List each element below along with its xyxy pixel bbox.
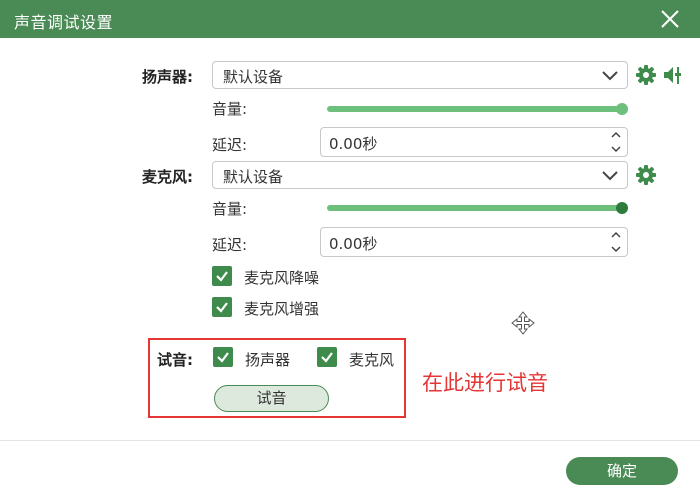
test-mic-label: 麦克风: [349, 351, 395, 369]
speaker-settings-button[interactable]: [635, 64, 657, 86]
test-speaker-label: 扬声器: [245, 351, 291, 369]
check-icon: [216, 302, 228, 313]
close-icon: [661, 10, 679, 28]
move-cursor-icon: [511, 311, 535, 335]
gear-icon: [636, 165, 656, 185]
speaker-delay-label: 延迟:: [212, 136, 248, 154]
chevron-down-icon: [602, 171, 618, 181]
mic-enhance-label: 麦克风增强: [244, 300, 320, 318]
mic-noise-reduction-checkbox[interactable]: [212, 266, 232, 286]
mic-device-select[interactable]: 默认设备: [212, 161, 628, 189]
footer-divider: [0, 440, 700, 441]
speaker-device-value: 默认设备: [223, 68, 284, 86]
speaker-adjust-icon: [664, 67, 681, 84]
test-speaker-checkbox[interactable]: [213, 347, 233, 367]
check-icon: [321, 352, 333, 363]
gear-icon: [636, 65, 656, 85]
close-button[interactable]: [655, 4, 685, 34]
mic-delay-value: 0.00秒: [329, 235, 378, 253]
mic-enhance-checkbox[interactable]: [212, 297, 232, 317]
chevron-down-icon: [602, 71, 618, 81]
test-mic-checkbox[interactable]: [317, 347, 337, 367]
spinner-arrows-icon[interactable]: [609, 129, 623, 155]
speaker-volume-label: 音量:: [212, 100, 248, 118]
speaker-delay-value: 0.00秒: [329, 135, 378, 153]
mic-noise-reduction-label: 麦克风降噪: [244, 269, 320, 287]
mic-volume-thumb[interactable]: [616, 202, 628, 214]
speaker-delay-input[interactable]: 0.00秒: [320, 127, 628, 157]
speaker-label: 扬声器:: [142, 68, 193, 86]
mic-settings-button[interactable]: [635, 164, 657, 186]
spinner-arrows-icon[interactable]: [609, 229, 623, 255]
window-title: 声音调试设置: [14, 13, 114, 32]
test-annotation: 在此进行试音: [422, 371, 548, 395]
slider-track: [327, 106, 628, 112]
speaker-volume-slider[interactable]: [327, 103, 628, 115]
speaker-device-select[interactable]: 默认设备: [212, 61, 628, 89]
mic-label: 麦克风:: [142, 168, 193, 186]
title-bar: 声音调试设置: [0, 0, 700, 38]
mic-delay-input[interactable]: 0.00秒: [320, 227, 628, 257]
test-label: 试音:: [157, 351, 193, 369]
speaker-adjust-button[interactable]: [662, 64, 684, 86]
check-icon: [217, 352, 229, 363]
mic-delay-label: 延迟:: [212, 236, 248, 254]
test-sound-button[interactable]: 试音: [214, 385, 329, 412]
mic-device-value: 默认设备: [223, 168, 284, 186]
mic-volume-label: 音量:: [212, 200, 248, 218]
mic-volume-slider[interactable]: [327, 202, 628, 214]
check-icon: [216, 271, 228, 282]
slider-track: [327, 205, 628, 211]
ok-button[interactable]: 确定: [566, 457, 678, 485]
speaker-volume-thumb[interactable]: [616, 103, 628, 115]
